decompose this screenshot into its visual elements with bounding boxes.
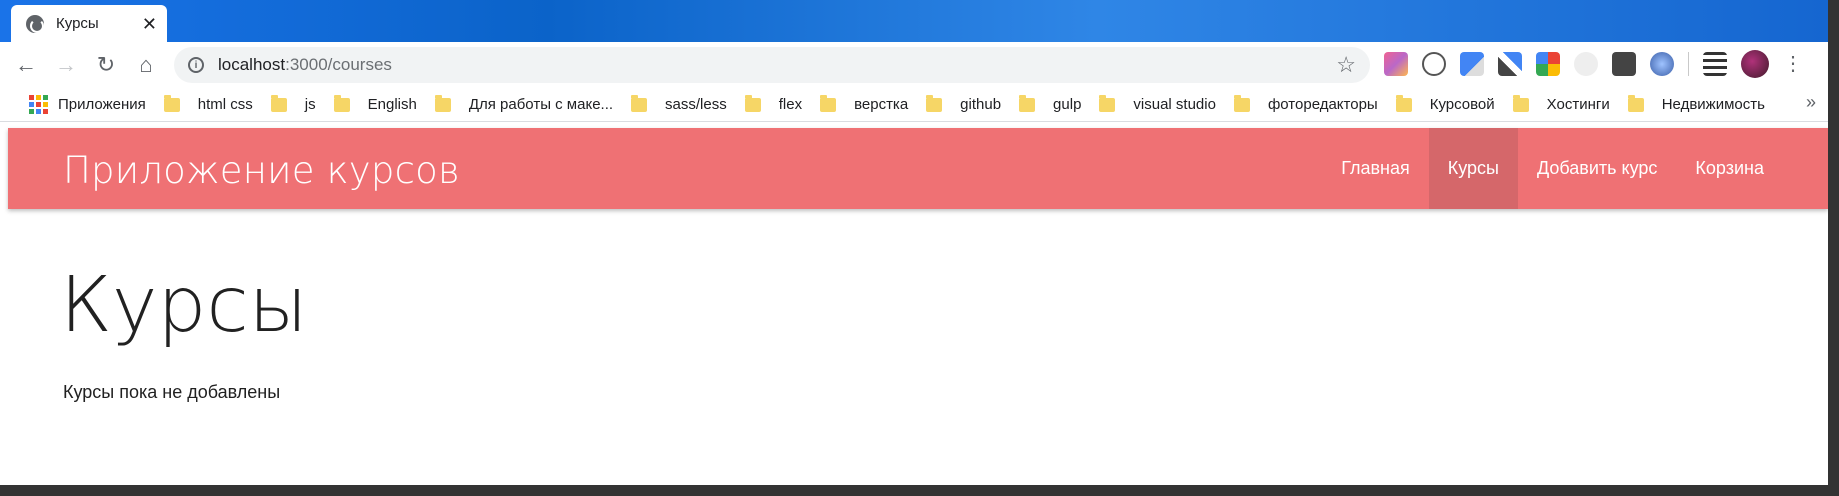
bookmark-label: flex: [778, 96, 803, 113]
folder-icon: [1233, 94, 1250, 112]
info-icon[interactable]: i: [188, 57, 204, 73]
reload-button[interactable]: ↻: [86, 45, 126, 85]
folder-icon: [926, 94, 943, 112]
bookmark-folder[interactable]: flex: [736, 91, 811, 119]
bookmark-folder[interactable]: html css: [155, 91, 262, 119]
folder-icon: [820, 94, 837, 112]
address-bar[interactable]: i localhost:3000/courses ☆: [174, 47, 1370, 83]
back-button[interactable]: ←: [6, 45, 46, 85]
url-text[interactable]: localhost:3000/courses: [218, 55, 1336, 75]
speech-bubble-extension-icon[interactable]: [1422, 52, 1446, 76]
extensions-area: ⋮: [1384, 50, 1803, 78]
bookmark-label: html css: [197, 96, 253, 113]
bookmark-apps-label: Приложения: [58, 96, 146, 113]
arrow-left-icon: ←: [15, 52, 37, 77]
folder-icon: [163, 94, 180, 112]
apps-grid-extension-icon[interactable]: [1536, 52, 1560, 76]
page-viewport: Приложение курсов Главная Курсы Добавить…: [8, 128, 1828, 485]
eyedropper-extension-icon[interactable]: [1498, 52, 1522, 76]
browser-tab[interactable]: Курсы ✕: [11, 5, 167, 42]
bookmarks-bar: Приложения html css js English Для работ…: [0, 88, 1828, 122]
nav-link-home[interactable]: Главная: [1322, 128, 1429, 209]
bookmark-folder[interactable]: github: [917, 91, 1010, 119]
brand-title[interactable]: Приложение курсов: [63, 149, 460, 192]
arrow-right-icon: →: [55, 52, 77, 77]
folder-icon: [631, 94, 648, 112]
bookmark-label: верстка: [854, 96, 909, 113]
folder-icon: [1395, 94, 1412, 112]
bookmark-label: Курсовой: [1429, 96, 1495, 113]
reload-icon: ↻: [96, 52, 116, 77]
bookmark-folder[interactable]: gulp: [1010, 91, 1090, 119]
bookmark-label: gulp: [1053, 96, 1082, 113]
bookmark-folder[interactable]: верстка: [811, 91, 917, 119]
close-icon[interactable]: ✕: [142, 15, 157, 33]
profile-avatar[interactable]: [1741, 50, 1769, 78]
home-icon: ⌂: [139, 52, 153, 77]
media-playlist-icon[interactable]: [1703, 52, 1727, 76]
bookmark-label: English: [367, 96, 417, 113]
bookmark-label: js: [304, 96, 316, 113]
bookmark-folder[interactable]: sass/less: [622, 91, 736, 119]
nav-link-add-course[interactable]: Добавить курс: [1518, 128, 1676, 209]
empty-state-message: Курсы пока не добавлены: [63, 382, 281, 402]
folder-icon: [270, 94, 287, 112]
folder-icon: [744, 94, 761, 112]
app-navbar: Приложение курсов Главная Курсы Добавить…: [8, 128, 1828, 209]
folder-icon: [1627, 94, 1644, 112]
page-title: Курсы: [60, 261, 308, 350]
home-button[interactable]: ⌂: [126, 45, 166, 85]
bookmark-folder[interactable]: фоторедакторы: [1225, 91, 1387, 119]
folder-icon: [333, 94, 350, 112]
selenium-extension-icon[interactable]: [1612, 52, 1636, 76]
bookmark-folder[interactable]: js: [262, 91, 325, 119]
bookmark-apps[interactable]: Приложения: [20, 91, 155, 119]
bookmark-label: github: [960, 96, 1002, 113]
circle-extension-icon[interactable]: [1574, 52, 1598, 76]
globe-icon: [26, 14, 44, 33]
bookmark-folder[interactable]: visual studio: [1090, 91, 1225, 119]
tab-strip: Курсы ✕: [0, 0, 1828, 42]
bookmark-label: sass/less: [665, 96, 727, 113]
nav-links: Главная Курсы Добавить курс Корзина: [1322, 128, 1783, 209]
browser-toolbar: ← → ↻ ⌂ i localhost:3000/courses ☆ ⋮: [0, 42, 1828, 88]
bookmark-folder[interactable]: English: [325, 91, 426, 119]
translate-extension-icon[interactable]: [1460, 52, 1484, 76]
tab-title: Курсы: [56, 15, 99, 32]
bookmark-folder[interactable]: Хостинги: [1504, 91, 1619, 119]
apps-grid-icon: [29, 95, 48, 114]
folder-icon: [1099, 94, 1116, 112]
bookmark-folder[interactable]: Для работы с маке...: [426, 91, 622, 119]
folder-icon: [434, 94, 451, 112]
url-path: :3000/courses: [285, 55, 392, 74]
blue-orb-extension-icon[interactable]: [1650, 52, 1674, 76]
folder-icon: [1019, 94, 1036, 112]
bookmark-folder[interactable]: Курсовой: [1387, 91, 1504, 119]
bookmark-folder[interactable]: Недвижимость: [1619, 91, 1774, 119]
url-host: localhost: [218, 55, 286, 74]
nav-link-cart[interactable]: Корзина: [1676, 128, 1783, 209]
star-icon[interactable]: ☆: [1336, 52, 1356, 78]
more-vert-icon[interactable]: ⋮: [1783, 54, 1803, 74]
bookmark-label: фоторедакторы: [1267, 96, 1378, 113]
bookmark-label: Хостинги: [1546, 96, 1610, 113]
folder-icon: [1512, 94, 1529, 112]
bookmark-label: Для работы с маке...: [468, 96, 614, 113]
forward-button[interactable]: →: [46, 45, 86, 85]
toolbar-separator: [1688, 52, 1689, 76]
bookmark-label: visual studio: [1133, 96, 1216, 113]
browser-window: Курсы ✕ ← → ↻ ⌂ i localhost:3000/courses…: [0, 0, 1828, 485]
bookmarks-overflow-icon[interactable]: »: [1806, 92, 1816, 113]
color-picker-extension-icon[interactable]: [1384, 52, 1408, 76]
bookmark-label: Недвижимость: [1661, 96, 1765, 113]
nav-link-courses[interactable]: Курсы: [1428, 128, 1518, 209]
